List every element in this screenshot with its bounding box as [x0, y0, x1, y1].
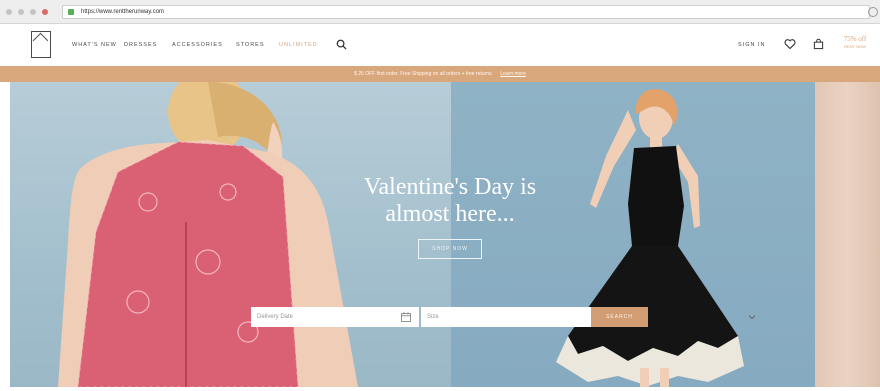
chevron-down-icon[interactable] — [748, 313, 756, 321]
hero-headline-line-2: almost here... — [385, 201, 515, 227]
page: https://www.renttherunway.com WHAT'S NEW… — [0, 0, 880, 391]
promo-badge-title: 75% off — [843, 35, 867, 43]
site-header: WHAT'S NEW DRESSES ACCESSORIES STORES UN… — [0, 24, 880, 66]
promo-banner-link[interactable]: Learn more — [500, 71, 526, 77]
lock-icon — [68, 9, 74, 15]
hero-left-margin — [0, 82, 10, 391]
shield-icon[interactable] — [42, 9, 48, 15]
sign-in-link[interactable]: SIGN IN — [738, 40, 765, 50]
shopping-bag-icon[interactable] — [813, 38, 824, 50]
shop-now-button[interactable]: SHOP NOW — [418, 239, 482, 259]
nav-item-unlimited[interactable]: UNLIMITED — [279, 40, 333, 50]
promo-banner: $ 25 OFF first order. Free Shipping on a… — [0, 66, 880, 82]
settings-icon[interactable] — [868, 7, 878, 17]
address-bar[interactable]: https://www.renttherunway.com — [62, 5, 870, 19]
browser-toolbar: https://www.renttherunway.com — [0, 0, 880, 24]
site-logo[interactable] — [31, 31, 51, 58]
promo-badge-subtitle: RENT NOW — [844, 44, 866, 49]
hero: Valentine's Day is almost here... SHOP N… — [0, 82, 880, 391]
search-icon[interactable] — [336, 39, 347, 50]
reload-icon[interactable] — [30, 9, 36, 15]
hero-headline-line-1: Valentine's Day is — [363, 174, 537, 200]
delivery-date-placeholder: Delivery Date — [257, 314, 294, 320]
url-text: https://www.renttherunway.com — [81, 9, 164, 15]
heart-icon[interactable] — [784, 38, 796, 50]
nav-item-whats-new[interactable]: WHAT'S NEW — [72, 40, 124, 50]
hero-headline: Valentine's Day is almost here... — [330, 174, 570, 228]
size-select[interactable]: Size — [421, 307, 756, 327]
promo-badge[interactable]: 75% off RENT NOW — [838, 35, 872, 55]
hero-model-black-dress-image — [556, 88, 744, 387]
back-icon[interactable] — [6, 9, 12, 15]
nav-item-stores[interactable]: STORES — [236, 40, 279, 50]
main-nav: WHAT'S NEW DRESSES ACCESSORIES STORES UN… — [72, 40, 333, 50]
forward-icon[interactable] — [18, 9, 24, 15]
delivery-date-input[interactable]: Delivery Date — [251, 307, 419, 327]
rental-search-form: Delivery Date Size SEARCH — [251, 307, 756, 327]
size-select-placeholder: Size — [427, 314, 439, 320]
nav-item-accessories[interactable]: ACCESSORIES — [172, 40, 236, 50]
nav-item-dresses[interactable]: DRESSES — [124, 40, 172, 50]
promo-banner-text: $ 25 OFF first order. Free Shipping on a… — [354, 71, 493, 77]
calendar-icon[interactable] — [401, 312, 411, 322]
search-button[interactable]: SEARCH — [591, 307, 648, 327]
hero-bottom-margin — [0, 387, 880, 391]
hero-background-wood — [815, 82, 880, 387]
hero-model-lace-dress-image — [58, 82, 358, 387]
